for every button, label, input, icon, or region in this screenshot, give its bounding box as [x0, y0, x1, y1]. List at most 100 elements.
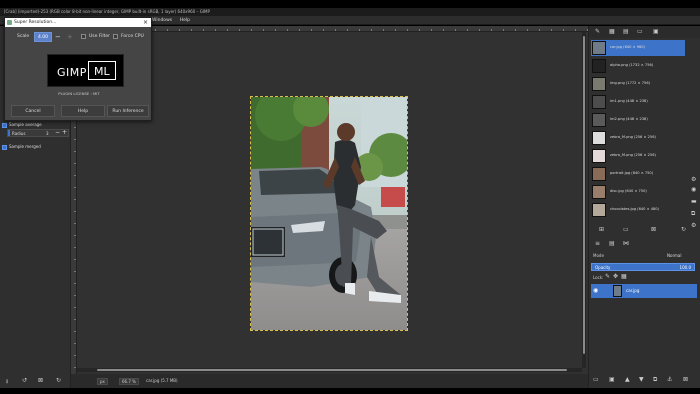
image-item-portrait[interactable]: portrait.jpg (640 × 750)	[591, 166, 685, 182]
image-raise-icon[interactable]: ▭	[623, 226, 629, 233]
screenshot-icon[interactable]: ⧉	[691, 210, 695, 218]
duplicate-layer-icon[interactable]: ⧉	[653, 376, 657, 384]
image-item-label: chocolates.jpg (640 × 480)	[610, 207, 659, 211]
radius-increase-icon[interactable]: +	[62, 129, 67, 136]
image-item-car[interactable]: car.jpg (640 × 960)	[591, 40, 685, 56]
eye-icon[interactable]: ◉	[593, 287, 598, 294]
radius-label: Radius	[12, 131, 26, 136]
delete-layer-icon[interactable]: ⊠	[683, 376, 688, 383]
save-tool-preset-icon[interactable]: ⭳	[6, 377, 8, 387]
opacity-slider[interactable]: Opacity 100.0	[591, 263, 695, 271]
image-item-label: car.jpg (640 × 960)	[610, 45, 645, 49]
lock-row: Lock: ✎ ✥ ▦	[591, 273, 697, 282]
force-cpu-label: Force CPU	[121, 34, 144, 39]
image-item-im1[interactable]: im1.png (448 × 238)	[591, 94, 685, 110]
document-history-tab-icon[interactable]: ▭	[637, 28, 643, 35]
scale-decrease-button[interactable]: −	[55, 32, 61, 42]
dialog-titlebar[interactable]: Super Resolution... ×	[5, 18, 151, 27]
channels-tab-icon[interactable]: ▤	[609, 240, 615, 247]
dock-tabs: ✎ ▦ ▤ ▭ ▣	[589, 26, 700, 38]
radius-decrease-icon[interactable]: −	[55, 129, 60, 136]
help-button[interactable]: Help	[61, 105, 105, 117]
image-thumbnail	[592, 113, 606, 127]
vertical-scroll-thumb[interactable]	[583, 36, 585, 354]
paths-tab-icon[interactable]: ⋈	[623, 240, 629, 247]
close-icon[interactable]: ×	[143, 18, 148, 27]
status-file-info: car.jpg (5.7 MB)	[146, 378, 178, 383]
use-filter-label: Use Filter	[89, 34, 110, 39]
image-item-label: im1.png (448 × 238)	[610, 99, 648, 103]
image-item-label: disc.jpg (640 × 750)	[610, 189, 647, 193]
sample-merged-label: Sample merged	[9, 144, 41, 149]
scale-row: Scale 4.00 − + Use Filter Force CPU	[9, 32, 149, 42]
unit-selector[interactable]: px	[97, 378, 108, 385]
new-layer-icon[interactable]: ▭	[593, 376, 599, 383]
lock-pixels-icon[interactable]: ✎	[605, 273, 610, 280]
layer-mode-row[interactable]: Mode Normal	[591, 252, 697, 260]
camera-icon[interactable]: ◉	[691, 186, 696, 193]
images-tab-icon[interactable]: ▣	[653, 28, 659, 35]
lock-alpha-icon[interactable]: ▦	[621, 273, 627, 280]
radius-slider-fill	[8, 130, 10, 136]
radius-value: 3	[46, 131, 49, 136]
delete-tool-preset-icon[interactable]: ⊠	[38, 377, 43, 384]
brushes-tab-icon[interactable]: ✎	[595, 28, 600, 35]
image-thumbnail	[592, 149, 606, 163]
image-item-disc[interactable]: disc.jpg (640 × 750)	[591, 184, 685, 200]
image-thumbnail	[592, 185, 606, 199]
image-item-zebra-2[interactable]: zebra_M.png (256 × 256)	[591, 148, 685, 164]
scale-increase-button[interactable]: +	[67, 32, 73, 42]
sample-merged-option[interactable]: Sample merged	[2, 144, 41, 150]
patterns-tab-icon[interactable]: ▦	[609, 28, 615, 35]
use-filter-checkbox[interactable]	[81, 34, 86, 39]
raise-layer-icon[interactable]: ▲	[625, 376, 630, 383]
layers-dock-tabs: ≡ ▤ ⋈	[589, 238, 700, 250]
anchor-layer-icon[interactable]: ⚓	[667, 376, 672, 383]
logo-text-gimp: GIMP	[57, 66, 87, 79]
image-item-im2[interactable]: im2.png (448 × 238)	[591, 112, 685, 128]
layers-tab-icon[interactable]: ≡	[595, 240, 600, 247]
sample-average-checkbox[interactable]	[2, 122, 7, 128]
lock-position-icon[interactable]: ✥	[613, 273, 618, 280]
image-canvas[interactable]	[250, 96, 408, 331]
run-inference-button[interactable]: Run Inference	[107, 105, 149, 117]
reset-tool-options-icon[interactable]: ↻	[56, 377, 61, 384]
image-thumbnail	[592, 167, 606, 181]
fonts-tab-icon[interactable]: ▤	[623, 28, 629, 35]
image-thumbnail	[592, 95, 606, 109]
force-cpu-checkbox[interactable]	[113, 34, 118, 39]
horizontal-scrollbar[interactable]	[77, 368, 582, 372]
image-item-zebra-1[interactable]: zebra_M.png (256 × 256)	[591, 130, 685, 146]
right-dock: ✎ ▦ ▤ ▭ ▣ car.jpg (640 × 960) alpha.png …	[588, 26, 700, 388]
new-layer-group-icon[interactable]: ▣	[609, 376, 615, 383]
image-item-label: img.png (1772 × 756)	[610, 81, 651, 85]
record-icon[interactable]: ▬	[691, 198, 697, 205]
sample-average-option[interactable]: Sample average	[2, 122, 42, 128]
image-item-label: alpha.png (1732 × 756)	[610, 63, 654, 67]
lower-layer-icon[interactable]: ▼	[639, 376, 644, 383]
image-item-alpha[interactable]: alpha.png (1732 × 756)	[591, 58, 685, 74]
menu-windows[interactable]: Windows	[149, 16, 175, 25]
car-photo-image	[251, 97, 407, 330]
menu-help[interactable]: Help	[177, 16, 193, 25]
image-item-chocolates[interactable]: chocolates.jpg (640 × 480)	[591, 202, 685, 218]
settings-icon[interactable]: ⚙	[691, 222, 696, 229]
image-thumbnail	[592, 41, 606, 55]
license-text: PLUGIN LICENSE : MIT	[58, 91, 100, 96]
zoom-selector[interactable]: 66.7 %	[119, 378, 139, 385]
restore-tool-preset-icon[interactable]: ↺	[22, 377, 27, 384]
image-refresh-icon[interactable]: ↻	[681, 226, 686, 233]
radius-slider[interactable]: Radius 3 − +	[7, 129, 69, 137]
sample-merged-checkbox[interactable]	[2, 144, 7, 150]
gear-icon[interactable]: ⚙	[691, 176, 696, 183]
cancel-button[interactable]: Cancel	[11, 105, 55, 117]
horizontal-scroll-thumb[interactable]	[97, 369, 567, 371]
image-delete-icon[interactable]: ⊠	[651, 226, 656, 233]
image-item-img[interactable]: img.png (1772 × 756)	[591, 76, 685, 92]
layer-thumbnail	[613, 285, 622, 297]
scale-input[interactable]: 4.00	[34, 32, 52, 42]
image-view-icon[interactable]: ⊞	[599, 226, 604, 233]
vertical-scrollbar[interactable]	[582, 32, 586, 368]
mode-value[interactable]: Normal	[667, 253, 681, 258]
layer-item[interactable]: ◉ car.jpg	[591, 284, 697, 298]
